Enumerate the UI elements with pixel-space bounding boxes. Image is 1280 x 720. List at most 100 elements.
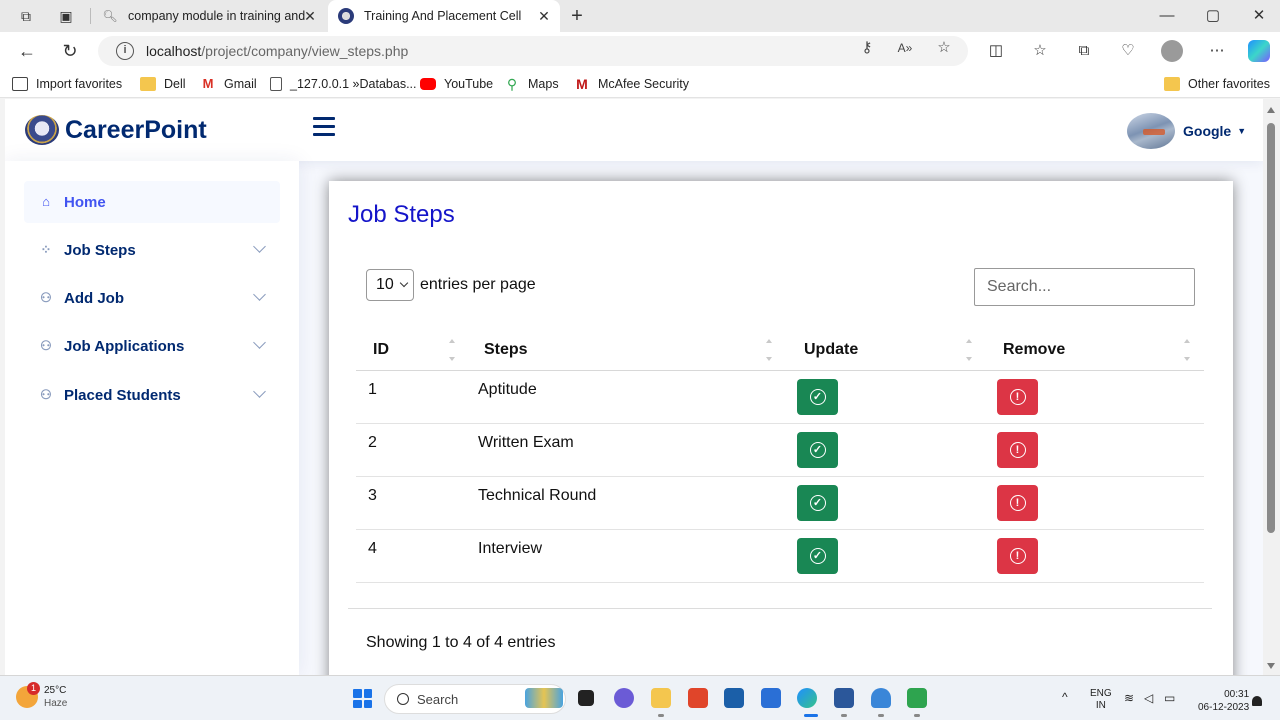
chevron-down-icon (253, 240, 266, 253)
weather-widget[interactable]: 1 25°C Haze (16, 682, 68, 710)
close-window-button[interactable]: ✕ (1236, 0, 1280, 32)
read-aloud-icon[interactable]: A» (896, 39, 914, 57)
sidebar-item-label: Job Applications (64, 337, 185, 355)
other-favorites[interactable]: Other favorites (1164, 75, 1270, 93)
edge-icon[interactable] (797, 688, 817, 708)
favorites-bar: Import favorites Dell M Gmail _127.0.0.1 … (0, 70, 1280, 98)
key-icon[interactable]: ⚷ (858, 39, 876, 57)
close-tab-icon[interactable]: ✕ (536, 8, 552, 24)
remove-button[interactable]: ! (997, 432, 1038, 468)
remove-button[interactable]: ! (997, 485, 1038, 521)
page-size-select[interactable]: 10 (366, 269, 414, 301)
clock-time: 00:31 (1224, 689, 1250, 700)
close-tab-icon[interactable]: ✕ (302, 8, 318, 24)
sidebar-item-job-steps[interactable]: ⁘ Job Steps (24, 229, 280, 271)
update-button[interactable]: ✓ (797, 432, 838, 468)
sort-icon[interactable] (1183, 339, 1191, 361)
favorite-label: Dell (164, 77, 186, 91)
column-header-remove[interactable]: Remove (1003, 341, 1065, 359)
table-row: 4 Interview ✓ ! (356, 530, 1204, 583)
url-host: localhost (146, 43, 202, 59)
sort-icon[interactable] (965, 339, 973, 361)
menu-toggle-icon[interactable] (313, 117, 335, 136)
user-menu[interactable]: Google ▼ (1127, 113, 1246, 149)
brand-logo[interactable]: CareerPoint (25, 115, 207, 145)
copilot-icon[interactable] (1248, 40, 1270, 62)
search-input[interactable] (974, 268, 1195, 306)
scrollbar-thumb[interactable] (1267, 123, 1275, 533)
row-id: 2 (368, 434, 377, 451)
sidebar-item-home[interactable]: ⌂ Home (24, 181, 280, 223)
system-clock[interactable]: 00:31 06-12-2023 (1198, 688, 1249, 714)
workspaces-icon[interactable]: ⧉ (16, 6, 36, 26)
tab-company-module[interactable]: 🔍︎ company module in training and ✕ (92, 0, 326, 32)
split-screen-icon[interactable]: ◫ (985, 41, 1007, 61)
chat-icon[interactable] (614, 688, 634, 708)
tab-actions-icon[interactable]: ▣ (56, 6, 76, 26)
word-icon[interactable] (834, 688, 854, 708)
favorite-star-icon[interactable]: ☆ (935, 39, 953, 57)
favorite-mcafee[interactable]: M McAfee Security (574, 75, 689, 93)
favorite-youtube[interactable]: YouTube (420, 75, 493, 93)
column-header-steps[interactable]: Steps (484, 341, 528, 359)
page-title: Job Steps (348, 201, 455, 228)
tray-chevron-icon[interactable]: ^ (1062, 691, 1068, 703)
app-icon[interactable] (907, 688, 927, 708)
search-highlight-icon[interactable] (525, 688, 563, 708)
onedrive-icon[interactable] (871, 688, 891, 708)
collections-icon[interactable]: ⧉ (1073, 41, 1095, 61)
store-icon[interactable] (761, 688, 781, 708)
sidebar-item-job-applications[interactable]: ⚇ Job Applications (24, 325, 280, 367)
page-scrollbar[interactable] (1263, 99, 1280, 675)
update-button[interactable]: ✓ (797, 379, 838, 415)
tab-training-placement[interactable]: Training And Placement Cell ✕ (328, 0, 560, 32)
favorites-icon[interactable]: ☆ (1029, 41, 1051, 61)
performance-icon[interactable]: ♡ (1117, 41, 1139, 61)
home-icon: ⌂ (42, 194, 50, 209)
notification-bell-icon[interactable] (1252, 696, 1262, 706)
column-header-id[interactable]: ID (373, 341, 389, 359)
update-button[interactable]: ✓ (797, 485, 838, 521)
favorite-dell[interactable]: Dell (140, 75, 186, 93)
dell-icon[interactable] (724, 688, 744, 708)
sidebar-item-placed-students[interactable]: ⚇ Placed Students (24, 374, 280, 416)
maximize-button[interactable]: ▢ (1190, 0, 1236, 32)
sidebar-item-add-job[interactable]: ⚇ Add Job (24, 277, 280, 319)
battery-icon[interactable]: ▭ (1164, 692, 1175, 704)
task-view-icon[interactable] (578, 690, 594, 706)
url-field[interactable]: i localhost/project/company/view_steps.p… (98, 36, 968, 66)
sidebar-item-label: Add Job (64, 289, 124, 307)
job-steps-card: Job Steps 10 entries per page ID Steps U… (329, 181, 1233, 675)
back-button[interactable]: ← (15, 40, 39, 62)
start-icon[interactable] (353, 689, 372, 708)
refresh-button[interactable]: ↻ (58, 40, 82, 62)
remove-button[interactable]: ! (997, 379, 1038, 415)
weather-condition: Haze (44, 698, 68, 709)
favorite-label: _127.0.0.1 »Databas... (290, 77, 417, 91)
file-explorer-icon[interactable] (651, 688, 671, 708)
entries-per-page: 10 entries per page (366, 269, 536, 301)
language-region: IN (1095, 700, 1106, 711)
favorite-database[interactable]: _127.0.0.1 »Databas... (270, 75, 416, 93)
more-options-icon[interactable]: ⋯ (1206, 41, 1228, 61)
profile-avatar[interactable] (1161, 40, 1183, 62)
update-button[interactable]: ✓ (797, 538, 838, 574)
site-info-icon[interactable]: i (116, 42, 134, 60)
sort-icon[interactable] (448, 339, 456, 361)
volume-icon[interactable]: ◁ (1144, 692, 1153, 704)
wifi-icon[interactable]: ≋ (1124, 692, 1134, 704)
favorite-maps[interactable]: ⚲ Maps (504, 75, 559, 93)
remove-button[interactable]: ! (997, 538, 1038, 574)
new-tab-button[interactable]: + (566, 5, 588, 27)
scroll-up-icon[interactable] (1267, 107, 1275, 113)
language-indicator[interactable]: ENG IN (1090, 688, 1112, 712)
scroll-down-icon[interactable] (1267, 663, 1275, 669)
exclamation-circle-icon: ! (1009, 442, 1026, 458)
column-header-update[interactable]: Update (804, 341, 858, 359)
sort-icon[interactable] (765, 339, 773, 361)
office-icon[interactable] (688, 688, 708, 708)
favorite-label: Maps (528, 77, 559, 91)
favorite-gmail[interactable]: M Gmail (200, 75, 257, 93)
minimize-button[interactable]: — (1144, 0, 1190, 32)
favorite-import[interactable]: Import favorites (12, 75, 122, 93)
